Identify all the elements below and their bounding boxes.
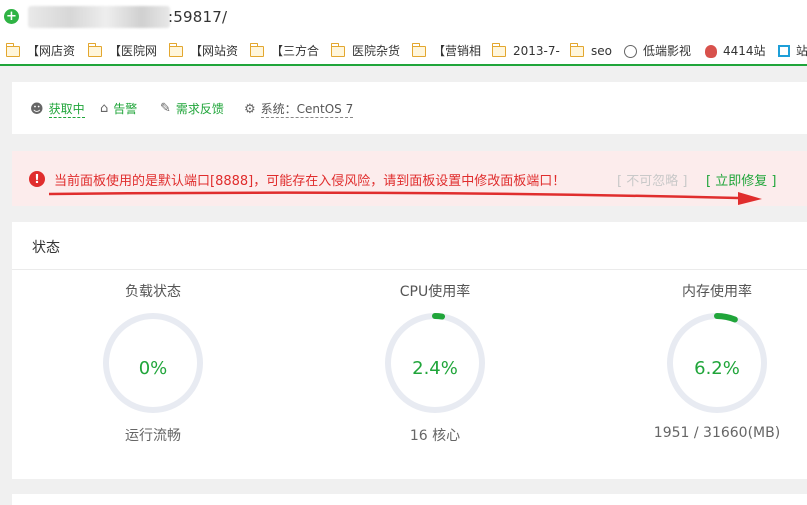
next-panel (12, 494, 807, 505)
status-title: 状态 (12, 222, 807, 270)
gauge-load: 负载状态 0% 运行流畅 (53, 282, 253, 445)
gauge-value: 2.4% (412, 358, 458, 379)
bookmark-item[interactable]: 【网店资 (5, 41, 75, 61)
bookmark-item[interactable]: 【营销相 (411, 41, 481, 61)
bookmark-item[interactable]: 【医院网 (87, 41, 157, 61)
bookmarks-bar: 【网店资 【医院网 【网站资 【三方合 医院杂货 【营销相 2013-7- se… (0, 35, 807, 66)
gauge-title: 负载状态 (125, 284, 181, 300)
folder-icon (168, 42, 183, 57)
gauge-subtitle: 运行流畅 (125, 428, 181, 444)
red-arrow-annotation (48, 191, 762, 205)
user-icon: ☻ (30, 101, 44, 117)
feedback-icon: ✎ (160, 101, 171, 116)
address-bar[interactable]: + :59817/ (0, 0, 807, 35)
bookmark-item[interactable]: 站 (778, 41, 807, 61)
gear-icon: ⚙ (244, 101, 256, 117)
folder-icon (569, 42, 584, 57)
alarm-icon: ⌂ (100, 101, 109, 116)
gauge-cpu: CPU使用率 2.4% 16 核心 (335, 282, 535, 445)
warning-icon: ! (29, 171, 45, 187)
site-icon (778, 45, 790, 57)
top-nav-panel: ☻ 获取中 ⌂ 告警 ✎ 需求反馈 ⚙ 系统：CentOS 7 (12, 82, 807, 134)
folder-icon (491, 42, 506, 57)
gauge-subtitle: 1951 / 31660(MB) (653, 425, 781, 441)
folder-icon (249, 42, 264, 57)
nav-item-system[interactable]: ⚙ 系统：CentOS 7 (244, 100, 354, 118)
folder-icon (411, 42, 426, 57)
bookmark-item[interactable]: seo (569, 41, 612, 61)
bookmark-item[interactable]: 2013-7- (491, 41, 560, 61)
bookmark-item[interactable]: 【网站资 (168, 41, 238, 61)
folder-icon (87, 42, 102, 57)
bookmark-item[interactable]: 医院杂货 (330, 41, 400, 61)
folder-icon (330, 42, 345, 57)
bookmark-item[interactable]: 4414站 (705, 41, 766, 61)
redacted-host (28, 6, 170, 28)
gauge-title: 内存使用率 (682, 284, 752, 300)
url-text: :59817/ (168, 8, 228, 26)
gauge-title: CPU使用率 (399, 284, 471, 300)
site-icon (705, 44, 717, 58)
bookmark-item[interactable]: 低端影视 (624, 41, 691, 61)
globe-icon (624, 44, 637, 58)
gauge-subtitle: 16 核心 (409, 428, 461, 444)
gauge-memory: 内存使用率 6.2% 1951 / 31660(MB) (617, 282, 807, 441)
nav-item-feedback[interactable]: ✎ 需求反馈 (160, 100, 224, 117)
secure-site-icon: + (4, 9, 19, 24)
bookmark-item[interactable]: 【三方合 (249, 41, 319, 61)
folder-icon (5, 42, 20, 57)
nav-item-alarm[interactable]: ⌂ 告警 (100, 100, 137, 117)
gauge-value: 0% (138, 358, 168, 379)
gauge-value: 6.2% (694, 358, 740, 379)
status-panel: 状态 负载状态 0% 运行流畅 CPU使用率 2.4% 16 核心 内存使用率 … (12, 222, 807, 479)
nav-item-user[interactable]: ☻ 获取中 (30, 100, 85, 118)
